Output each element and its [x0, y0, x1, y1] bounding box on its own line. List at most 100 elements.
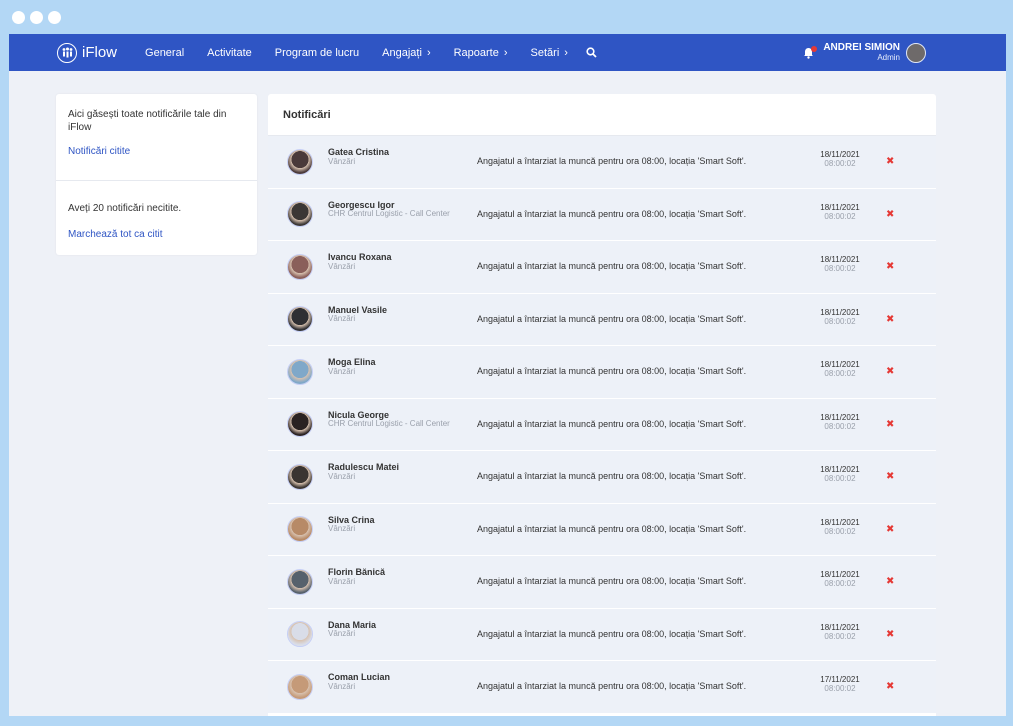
employee-department: Vânzări: [328, 314, 356, 324]
notification-dot: [811, 45, 818, 52]
chevron-right-icon: ›: [426, 46, 431, 59]
employee-avatar: [287, 201, 313, 228]
notification-time: 08:00:02: [824, 369, 856, 379]
employee-department: Vânzări: [328, 366, 356, 376]
employee-info: Georgescu Igor CHR Centrul Logistic - Cal…: [328, 200, 450, 220]
close-icon[interactable]: ✖: [886, 156, 894, 167]
nav-item-angajați[interactable]: Angajați ›: [382, 47, 430, 59]
employee-avatar: [287, 516, 313, 543]
close-icon[interactable]: ✖: [886, 629, 894, 640]
user-avatar[interactable]: [906, 42, 926, 63]
employee-avatar: [287, 463, 313, 490]
notification-list: Gatea Cristina Vânzări Angajatul a întarzi…: [268, 136, 936, 714]
notification-date: 18/11/2021: [820, 465, 860, 474]
nav-item-setări[interactable]: Setări ›: [531, 47, 568, 59]
avatar-photo: [288, 202, 312, 227]
nav-item-activitate[interactable]: Activitate: [207, 47, 252, 59]
notification-time: 08:00:02: [824, 684, 856, 694]
window-dot[interactable]: [12, 11, 25, 24]
notification-time: 08:00:02: [824, 474, 856, 484]
window-dot[interactable]: [48, 11, 61, 24]
notification-row[interactable]: Radulescu Matei Vânzări Angajatul a întarz…: [268, 451, 936, 504]
notification-date: 18/11/2021: [820, 622, 860, 632]
notification-date: 18/11/2021: [820, 360, 860, 369]
bell-icon[interactable]: [803, 45, 818, 59]
close-icon[interactable]: ✖: [886, 576, 894, 587]
notification-row[interactable]: Silva Crina Vânzări Angajatul a întarziat …: [268, 503, 936, 556]
employee-info: Florin Bănică Vânzări: [328, 567, 385, 587]
notification-row[interactable]: Georgescu Igor CHR Centrul Logistic - Cal…: [268, 188, 936, 241]
notification-datetime: 18/11/2021 08:00:02: [814, 518, 866, 536]
notification-row[interactable]: Nicula George CHR Centrul Logistic - Call…: [268, 398, 936, 451]
nav-item-general[interactable]: General: [145, 47, 184, 59]
close-icon[interactable]: ✖: [886, 419, 894, 430]
sidebar-intro-section: Aici găsești toate notificările tale din…: [56, 94, 257, 181]
notifications-panel: Notificări Gatea Cristina Vânzări Angajatu…: [268, 94, 936, 716]
close-icon[interactable]: ✖: [886, 681, 894, 692]
notification-row[interactable]: Florin Bănică Vânzări Angajatul a întarzia…: [268, 556, 936, 609]
notification-datetime: 18/11/2021 08:00:02: [814, 623, 866, 641]
nav-item-rapoarte[interactable]: Rapoarte ›: [454, 47, 508, 59]
read-notifications-link[interactable]: Notificări citite: [68, 146, 245, 157]
user-area: ANDREI SIMION Admin: [803, 34, 926, 71]
close-icon[interactable]: ✖: [886, 261, 894, 272]
user-role: Admin: [877, 52, 900, 62]
employee-info: Gatea Cristina Vânzări: [328, 147, 389, 167]
notification-date: 17/11/2021: [820, 675, 860, 684]
notification-datetime: 18/11/2021 08:00:02: [814, 255, 866, 273]
chevron-right-icon: ›: [564, 46, 568, 59]
notification-datetime: 18/11/2021 08:00:02: [814, 413, 866, 431]
close-icon[interactable]: ✖: [886, 471, 894, 482]
close-icon[interactable]: ✖: [886, 209, 894, 220]
notifications-sidebar: Aici găsești toate notificările tale din…: [56, 94, 257, 255]
notification-row[interactable]: Moga Elina Vânzări Angajatul a întarziat l…: [268, 346, 936, 399]
close-icon[interactable]: ✖: [886, 366, 894, 377]
employee-info: Manuel Vasile Vânzări: [328, 305, 387, 325]
notification-row[interactable]: Coman Lucian Vânzări Angajatul a întarziat…: [268, 661, 936, 714]
notification-message: Angajatul a întarziat la muncă pentru or…: [477, 313, 747, 324]
notification-row[interactable]: Gatea Cristina Vânzări Angajatul a întarzi…: [268, 136, 936, 189]
search-icon[interactable]: [586, 47, 597, 58]
notification-row[interactable]: Dana Maria Vânzări Angajatul a întarziat l…: [268, 608, 936, 661]
logo-text: iFlow: [82, 44, 118, 61]
logo[interactable]: iFlow: [57, 42, 118, 63]
window-controls: [12, 11, 61, 24]
notification-time: 08:00:02: [824, 526, 856, 536]
avatar-photo: [288, 569, 312, 594]
notification-message: Angajatul a întarziat la muncă pentru or…: [477, 681, 747, 691]
notification-time: 08:00:02: [824, 579, 856, 589]
avatar-photo: [288, 622, 312, 647]
employee-department: Vânzări: [328, 524, 356, 534]
unread-count-text: Aveți 20 notificări necitite.: [68, 203, 182, 214]
window-dot[interactable]: [30, 11, 43, 24]
notification-date: 18/11/2021: [820, 150, 860, 159]
avatar-photo: [288, 464, 312, 489]
nav-item-program-de-lucru[interactable]: Program de lucru: [275, 47, 359, 59]
avatar-photo: [288, 517, 312, 542]
notification-row[interactable]: Manuel Vasile Vânzări Angajatul a întarzia…: [268, 293, 936, 346]
nav-item-label: Activitate: [207, 46, 252, 59]
nav-item-label: Setări: [530, 46, 560, 59]
notification-message: Angajatul a întarziat la muncă pentru or…: [477, 418, 747, 429]
nav-item-label: Program de lucru: [274, 46, 360, 59]
user-menu[interactable]: ANDREI SIMION Admin: [823, 43, 900, 62]
notification-message: Angajatul a întarziat la muncă pentru or…: [477, 628, 747, 639]
employee-avatar: [287, 673, 313, 700]
employee-info: Ivancu Roxana Vânzări: [328, 252, 392, 272]
close-icon[interactable]: ✖: [886, 314, 894, 325]
notification-row[interactable]: Ivancu Roxana Vânzări Angajatul a întarzia…: [268, 241, 936, 294]
mark-all-read-link[interactable]: Marchează tot ca citit: [68, 229, 245, 240]
notification-time: 08:00:02: [824, 421, 856, 431]
employee-department: Vânzări: [328, 629, 356, 639]
close-icon[interactable]: ✖: [886, 524, 894, 535]
notification-datetime: 18/11/2021 08:00:02: [814, 150, 866, 168]
nav-item-label: Rapoarte: [453, 46, 499, 59]
employee-department: Vânzări: [328, 156, 356, 166]
notification-message: Angajatul a întarziat la muncă pentru or…: [477, 208, 747, 219]
employee-info: Silva Crina Vânzări: [328, 515, 375, 535]
notification-message: Angajatul a întarziat la muncă pentru or…: [477, 471, 747, 481]
employee-avatar: [287, 358, 313, 385]
employee-department: CHR Centrul Logistic - Call Center: [328, 419, 450, 429]
notification-message: Angajatul a întarziat la muncă pentru or…: [477, 576, 747, 586]
employee-info: Nicula George CHR Centrul Logistic - Call…: [328, 410, 450, 430]
